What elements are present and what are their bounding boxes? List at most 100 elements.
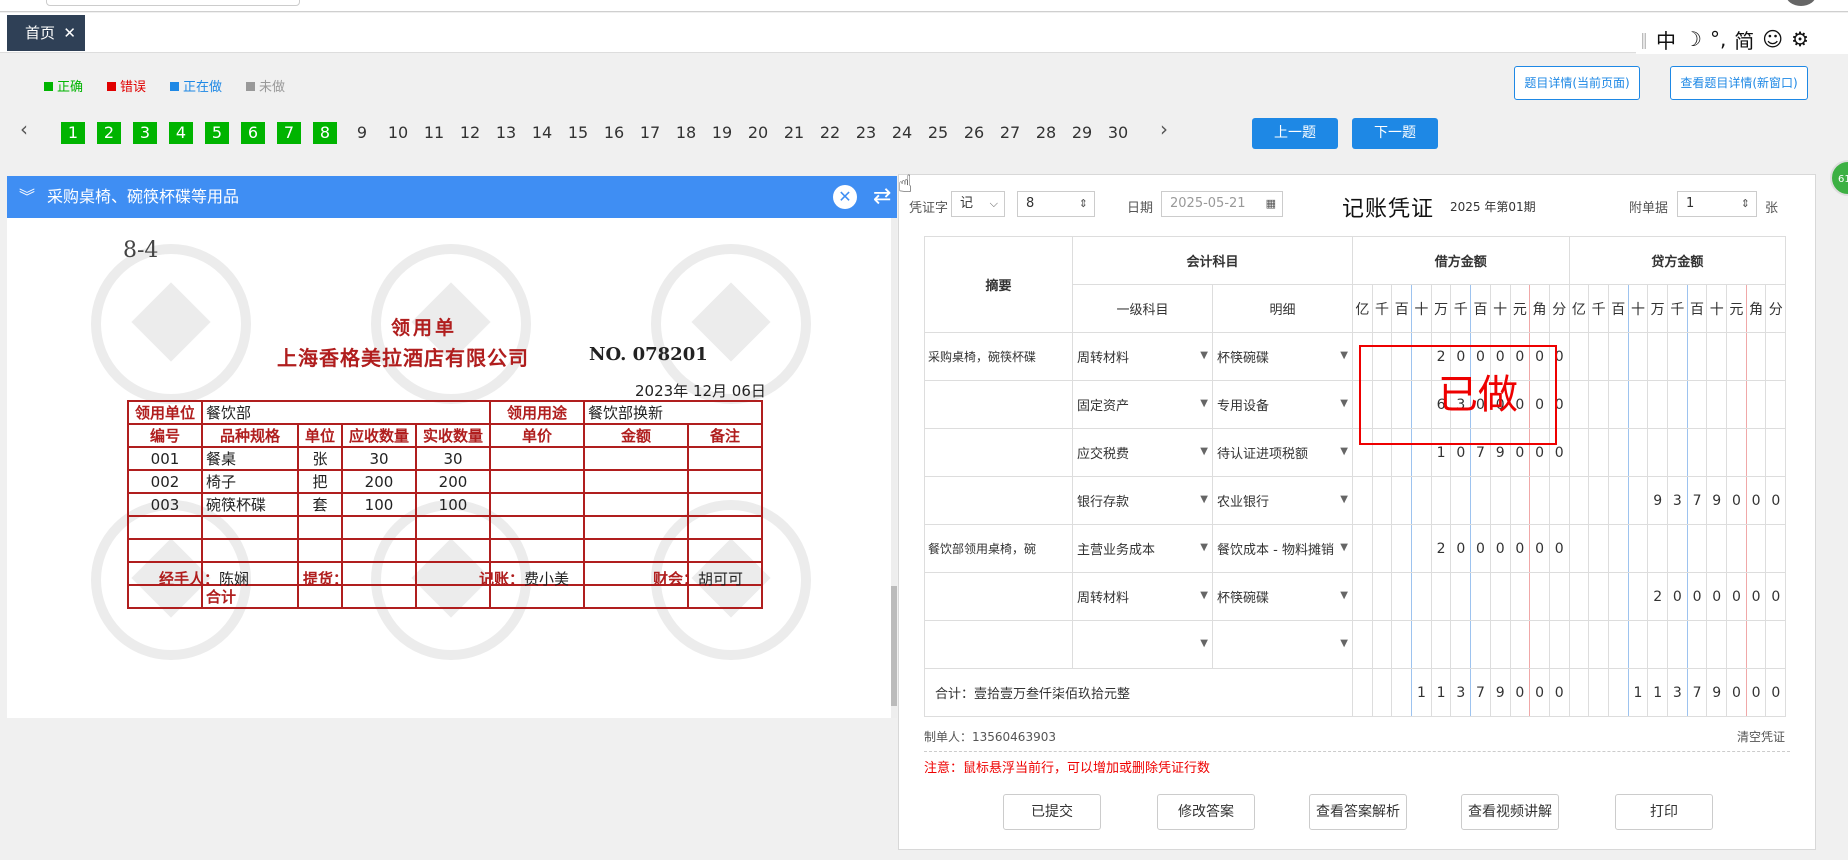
page-number-20[interactable]: 20 — [745, 122, 771, 144]
modify-answer-button[interactable]: 修改答案 — [1157, 794, 1255, 830]
page-number-1[interactable]: 1 — [61, 122, 85, 144]
credit-digit[interactable] — [1745, 524, 1767, 573]
credit-digit[interactable] — [1588, 380, 1609, 429]
credit-digit[interactable] — [1667, 428, 1688, 477]
view-video-button[interactable]: 查看视频讲解 — [1461, 794, 1559, 830]
detail-account-select[interactable]: 餐饮成本 - 物料摊销 ▼ — [1212, 524, 1353, 573]
page-number-13[interactable]: 13 — [493, 122, 519, 144]
debit-digit[interactable]: 0 — [1470, 524, 1491, 573]
credit-digit[interactable] — [1726, 524, 1747, 573]
credit-digit[interactable]: 0 — [1765, 572, 1787, 621]
summary-cell[interactable] — [924, 380, 1073, 429]
debit-digit[interactable] — [1450, 620, 1472, 669]
debit-digit[interactable]: 2 — [1430, 524, 1452, 573]
total-credit-digit[interactable]: 1 — [1627, 668, 1649, 717]
scrollbar[interactable] — [891, 218, 897, 718]
page-number-23[interactable]: 23 — [853, 122, 879, 144]
moon-icon[interactable]: ☽ — [1684, 27, 1702, 51]
total-credit-digit[interactable]: 1 — [1647, 668, 1668, 717]
debit-digit[interactable] — [1411, 572, 1432, 621]
total-debit-digit[interactable] — [1391, 668, 1413, 717]
detail-account-select[interactable]: 杯筷碗碟 ▼ — [1212, 332, 1353, 381]
voucher-row[interactable]: ▼ ▼ — [924, 620, 1787, 669]
credit-digit[interactable] — [1647, 620, 1668, 669]
page-number-30[interactable]: 30 — [1105, 122, 1131, 144]
total-credit-digit[interactable] — [1588, 668, 1609, 717]
credit-digit[interactable] — [1607, 428, 1629, 477]
debit-digit[interactable] — [1450, 476, 1472, 525]
voucher-word-select[interactable]: 记 ⌵ — [951, 191, 1005, 217]
detail-account-select[interactable]: 农业银行 ▼ — [1212, 476, 1353, 525]
clear-voucher-link[interactable]: 清空凭证 — [1737, 728, 1785, 745]
total-debit-digit[interactable]: 7 — [1470, 668, 1491, 717]
total-credit-digit[interactable]: 0 — [1765, 668, 1787, 717]
credit-digit[interactable] — [1627, 572, 1649, 621]
debit-digit[interactable] — [1371, 524, 1393, 573]
level1-account-select[interactable]: 主营业务成本 ▼ — [1072, 524, 1213, 573]
total-debit-digit[interactable] — [1352, 668, 1373, 717]
credit-digit[interactable] — [1706, 428, 1728, 477]
date-input[interactable]: 2025-05-21 ▦ — [1161, 191, 1283, 217]
debit-digit[interactable] — [1450, 572, 1472, 621]
level1-account-select[interactable]: 周转材料 ▼ — [1072, 572, 1213, 621]
page-number-27[interactable]: 27 — [997, 122, 1023, 144]
voucher-row[interactable]: 固定资产 ▼ 专用设备 ▼ 6 3 0 0 0 0 0 — [924, 380, 1787, 429]
credit-digit[interactable] — [1745, 380, 1767, 429]
debit-digit[interactable] — [1411, 524, 1432, 573]
page-number-10[interactable]: 10 — [385, 122, 411, 144]
level1-account-select[interactable]: 应交税费 ▼ — [1072, 428, 1213, 477]
debit-digit[interactable] — [1470, 620, 1491, 669]
total-debit-digit[interactable]: 0 — [1548, 668, 1570, 717]
credit-digit[interactable]: 2 — [1647, 572, 1668, 621]
voucher-row[interactable]: 银行存款 ▼ 农业银行 ▼ 9 3 7 9 0 0 0 — [924, 476, 1787, 525]
voucher-number-input[interactable]: 8 ⇕ — [1017, 191, 1095, 217]
page-number-25[interactable]: 25 — [925, 122, 951, 144]
debit-digit[interactable] — [1391, 476, 1413, 525]
page-number-16[interactable]: 16 — [601, 122, 627, 144]
credit-digit[interactable] — [1568, 620, 1590, 669]
credit-digit[interactable] — [1686, 380, 1708, 429]
page-number-12[interactable]: 12 — [457, 122, 483, 144]
credit-digit[interactable]: 9 — [1706, 476, 1728, 525]
page-number-9[interactable]: 9 — [349, 122, 375, 144]
page-number-18[interactable]: 18 — [673, 122, 699, 144]
credit-digit[interactable]: 0 — [1706, 572, 1728, 621]
credit-digit[interactable] — [1647, 524, 1668, 573]
credit-digit[interactable] — [1588, 332, 1609, 381]
chinese-mode-icon[interactable]: 中 — [1656, 25, 1676, 54]
address-bar[interactable] — [46, 0, 300, 6]
level1-account-select[interactable]: ▼ — [1072, 620, 1213, 669]
debit-digit[interactable] — [1509, 620, 1531, 669]
total-credit-digit[interactable]: 3 — [1667, 668, 1688, 717]
credit-digit[interactable] — [1627, 428, 1649, 477]
debit-digit[interactable] — [1529, 572, 1550, 621]
credit-digit[interactable]: 0 — [1726, 476, 1747, 525]
credit-digit[interactable] — [1745, 620, 1767, 669]
debit-digit[interactable] — [1548, 620, 1570, 669]
level1-account-select[interactable]: 周转材料 ▼ — [1072, 332, 1213, 381]
page-number-5[interactable]: 5 — [205, 122, 229, 144]
debit-digit[interactable] — [1391, 620, 1413, 669]
collapse-chevron-icon[interactable]: ︾ — [19, 176, 35, 218]
debit-digit[interactable] — [1411, 620, 1432, 669]
page-number-2[interactable]: 2 — [97, 122, 121, 144]
credit-digit[interactable] — [1627, 332, 1649, 381]
detail-new-window-button[interactable]: 查看题目详情(新窗口) — [1670, 66, 1808, 100]
debit-digit[interactable] — [1470, 572, 1491, 621]
credit-digit[interactable] — [1627, 524, 1649, 573]
credit-digit[interactable]: 7 — [1686, 476, 1708, 525]
credit-digit[interactable] — [1647, 332, 1668, 381]
total-debit-digit[interactable]: 0 — [1509, 668, 1531, 717]
total-credit-digit[interactable] — [1607, 668, 1629, 717]
level1-account-select[interactable]: 银行存款 ▼ — [1072, 476, 1213, 525]
debit-digit[interactable] — [1509, 476, 1531, 525]
credit-digit[interactable] — [1568, 476, 1590, 525]
credit-digit[interactable] — [1607, 572, 1629, 621]
credit-digit[interactable] — [1726, 620, 1747, 669]
voucher-row[interactable]: 采购桌椅，碗筷杯碟 周转材料 ▼ 杯筷碗碟 ▼ 2 0 0 0 0 0 0 — [924, 332, 1787, 381]
credit-digit[interactable] — [1667, 380, 1688, 429]
credit-digit[interactable] — [1588, 428, 1609, 477]
level1-account-select[interactable]: 固定资产 ▼ — [1072, 380, 1213, 429]
debit-digit[interactable]: 0 — [1548, 524, 1570, 573]
debit-digit[interactable] — [1391, 572, 1413, 621]
